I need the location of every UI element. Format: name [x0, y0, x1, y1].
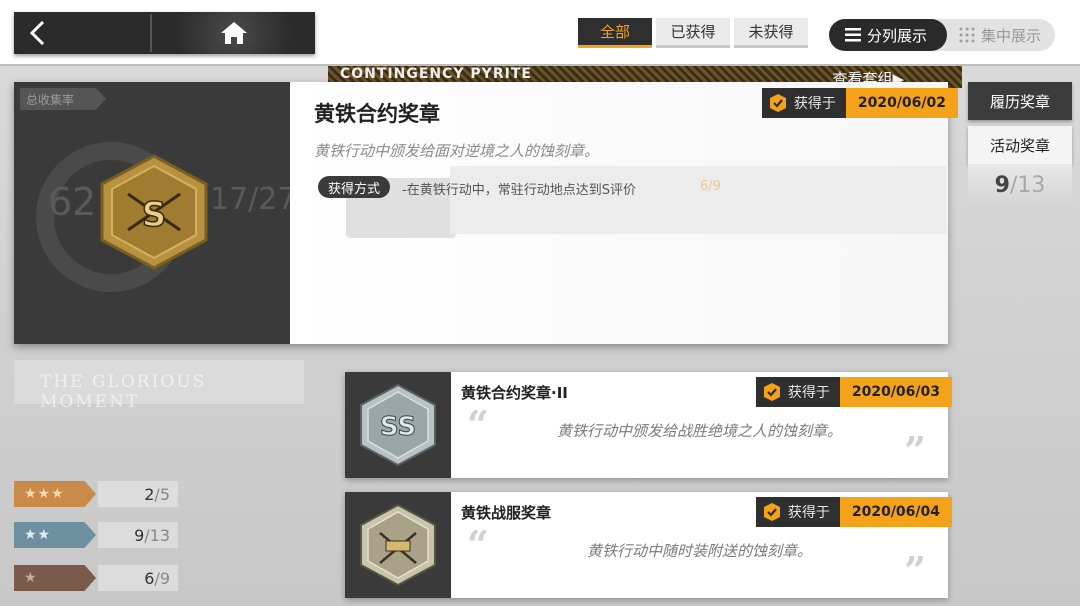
- check-badge-icon: [763, 503, 780, 521]
- medal-thumb: [345, 492, 451, 598]
- banner-title: CONTINGENCY PYRITE: [340, 66, 532, 82]
- grid-dots-icon: [959, 27, 975, 43]
- nav-box: [14, 12, 315, 54]
- featured-medal-description: 黄铁行动中颁发给面对逆境之人的蚀刻章。: [314, 142, 600, 160]
- filter-obtained-tab[interactable]: 已获得: [656, 18, 730, 48]
- obtained-label-box: 获得于: [755, 497, 840, 527]
- star-count-den: /13: [144, 525, 170, 545]
- filter-unobtained-tab[interactable]: 未获得: [734, 18, 808, 48]
- ghost-panel: [450, 166, 946, 234]
- side-tabs: 履历奖章 活动奖章 9 /13: [968, 82, 1072, 206]
- featured-medal-panel: 总收集率 62 17/27 S: [14, 82, 290, 344]
- featured-medal-card[interactable]: 总收集率 62 17/27 S 黄铁合约奖章 黄铁行动中颁发给面对逆境之人的蚀刻…: [14, 82, 958, 344]
- obtained-label: 获得于: [787, 505, 830, 521]
- star-count: 9/13: [98, 522, 178, 548]
- collection-fraction: 17/27: [210, 182, 290, 217]
- chevron-left-icon: [29, 20, 45, 46]
- star-rating-tag: ★★★: [14, 481, 96, 507]
- list-item-description: 黄铁行动中随时装附送的蚀刻章。: [586, 542, 812, 560]
- star-rating-tag: ★★: [14, 522, 96, 548]
- pyrite-uniform-medal-icon: [360, 503, 436, 587]
- home-icon: [220, 22, 247, 44]
- obtained-date-badge: 获得于 2020/06/04: [755, 497, 952, 527]
- obtained-label: 获得于: [787, 385, 830, 401]
- focus-view-label: 集中展示: [981, 26, 1042, 45]
- two-star-counter: ★★ 9/13: [14, 522, 178, 548]
- obtained-date-badge: 获得于 2020/06/02: [761, 88, 958, 118]
- filter-all-tab[interactable]: 全部: [578, 18, 652, 48]
- pyrite-medal-icon: S: [100, 154, 208, 270]
- featured-medal-info: 黄铁合约奖章 黄铁行动中颁发给面对逆境之人的蚀刻章。 获得方式 -在黄铁行动中，…: [290, 82, 958, 344]
- ghost-progress: 6/9: [700, 179, 721, 194]
- star-count: 6/9: [98, 565, 178, 591]
- top-bar: 全部 已获得 未获得 分列展示 集中展示: [0, 0, 1080, 66]
- column-view-button[interactable]: 分列展示: [829, 19, 947, 51]
- check-badge-icon: [763, 383, 780, 401]
- event-medal-count: 9 /13: [968, 164, 1072, 206]
- star-count-num: 9: [134, 525, 145, 545]
- glorious-moment-text: THE GLORIOUS MOMENT: [14, 360, 304, 412]
- obtained-label-box: 获得于: [755, 377, 840, 407]
- one-star-counter: ★ 6/9: [14, 565, 178, 591]
- list-icon: [845, 28, 861, 42]
- obtained-date: 2020/06/02: [845, 88, 958, 118]
- tab-resume-medals[interactable]: 履历奖章: [968, 82, 1072, 120]
- list-item[interactable]: SS 黄铁合约奖章·II “ 黄铁行动中颁发给战胜绝境之人的蚀刻章。 ” 获得于…: [345, 372, 952, 478]
- pyrite-medal-ii-icon: SS: [360, 383, 436, 467]
- star-count: 2/5: [98, 481, 178, 507]
- star-count-num: 6: [144, 568, 155, 588]
- list-item[interactable]: 黄铁战服奖章 “ 黄铁行动中随时装附送的蚀刻章。 ” 获得于 2020/06/0…: [345, 492, 952, 598]
- check-badge-icon: [769, 94, 786, 112]
- star-count-num: 2: [144, 484, 155, 504]
- event-count-num: 9: [994, 172, 1010, 198]
- star-count-den: /5: [154, 484, 170, 504]
- list-item-title: 黄铁合约奖章·II: [461, 384, 568, 402]
- list-item-title: 黄铁战服奖章: [461, 504, 552, 522]
- back-button[interactable]: [14, 12, 134, 54]
- obtained-label: 获得于: [793, 96, 836, 112]
- obtained-date-badge: 获得于 2020/06/03: [755, 377, 952, 407]
- featured-medal-title: 黄铁合约奖章: [314, 102, 440, 126]
- obtain-method-text: -在黄铁行动中，常驻行动地点达到S评价: [402, 183, 636, 198]
- tab-event-medals[interactable]: 活动奖章: [968, 126, 1072, 164]
- column-view-label: 分列展示: [867, 26, 928, 45]
- filter-tabs: 全部 已获得 未获得: [578, 18, 808, 48]
- svg-text:SS: SS: [380, 412, 416, 442]
- medal-thumb: SS: [345, 372, 451, 478]
- obtain-method-badge: 获得方式: [318, 176, 391, 198]
- collection-percent: 62: [48, 180, 97, 224]
- focus-view-button[interactable]: 集中展示: [953, 19, 1053, 51]
- quote-close-icon: ”: [904, 548, 926, 593]
- collection-label: 总收集率: [20, 88, 106, 110]
- obtained-date: 2020/06/03: [839, 377, 952, 407]
- star-count-den: /9: [154, 568, 170, 588]
- three-star-counter: ★★★ 2/5: [14, 481, 178, 507]
- svg-text:S: S: [142, 195, 167, 235]
- obtained-date: 2020/06/04: [839, 497, 952, 527]
- home-button[interactable]: [152, 12, 315, 54]
- obtained-label-box: 获得于: [761, 88, 846, 118]
- list-item-description: 黄铁行动中颁发给战胜绝境之人的蚀刻章。: [556, 422, 842, 440]
- quote-close-icon: ”: [904, 428, 926, 473]
- view-toggle: 分列展示 集中展示: [829, 19, 1055, 51]
- event-count-den: /13: [1009, 172, 1046, 198]
- star-rating-tag: ★: [14, 565, 96, 591]
